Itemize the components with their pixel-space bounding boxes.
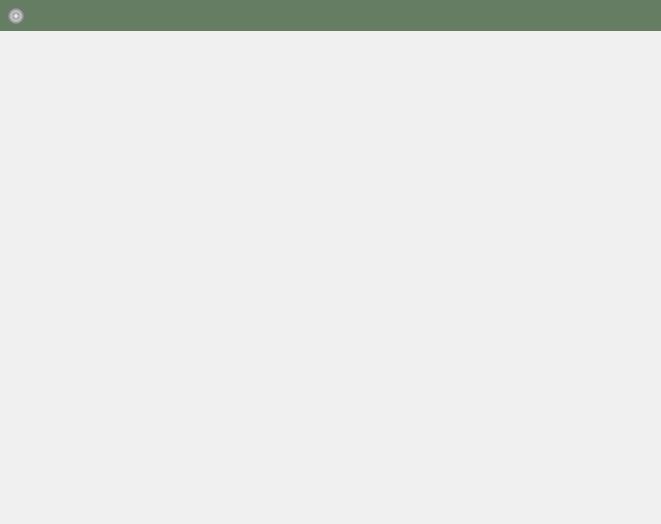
title-bar — [0, 0, 661, 31]
minimize-button[interactable] — [569, 0, 615, 31]
app-disc-icon — [8, 7, 24, 24]
